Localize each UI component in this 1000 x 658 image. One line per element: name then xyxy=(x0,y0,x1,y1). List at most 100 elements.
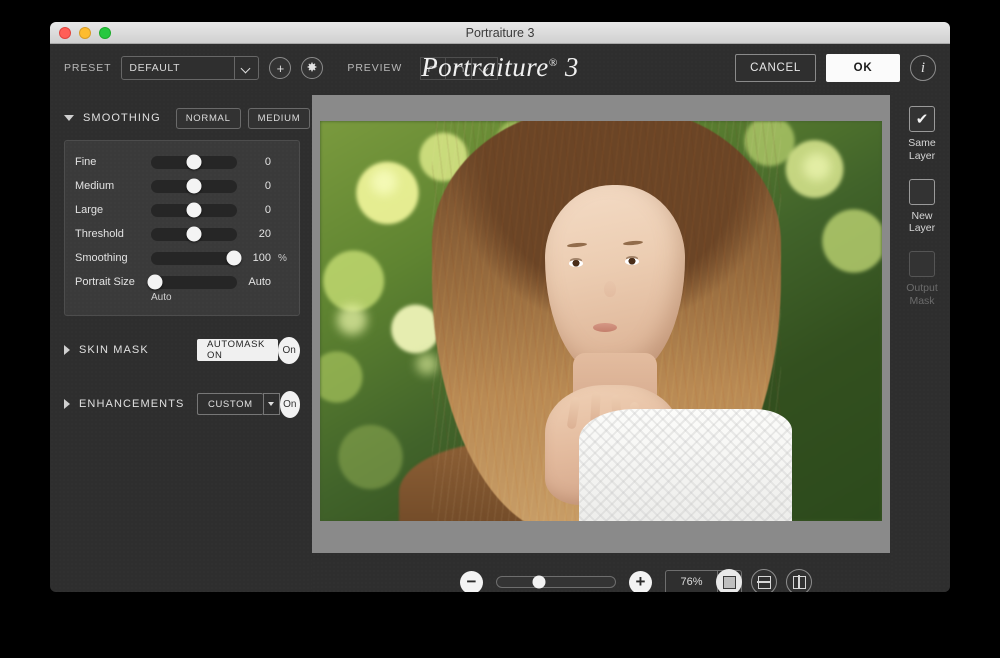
slider-value-medium: 0 xyxy=(241,180,271,192)
zoom-slider[interactable] xyxy=(496,576,616,588)
logo-version: 3 xyxy=(565,52,579,82)
slider-thumb-fine[interactable] xyxy=(187,155,202,170)
automask-button[interactable]: AUTOMASK ON xyxy=(197,339,278,361)
slider-value-smoothing: 100 xyxy=(241,252,271,264)
new-layer-label: New Layer xyxy=(909,210,935,236)
smoothing-sliders: Fine 0 Medium 0 Large 0 xyxy=(64,140,300,316)
cancel-button[interactable]: CANCEL xyxy=(735,54,816,82)
slider-track-threshold[interactable] xyxy=(151,228,237,241)
output-mask-label-line1: Output xyxy=(906,282,938,294)
slider-thumb-portrait-size[interactable] xyxy=(148,275,163,290)
rail-item-same-layer[interactable]: ✔ Same Layer xyxy=(908,106,935,163)
view-mode-buttons xyxy=(716,569,812,592)
output-rail: ✔ Same Layer New Layer Output Mask xyxy=(894,92,950,592)
slider-label-large: Large xyxy=(75,204,147,216)
slider-thumb-medium[interactable] xyxy=(187,179,202,194)
slider-value-large: 0 xyxy=(241,204,271,216)
preset-dropdown[interactable]: DEFAULT xyxy=(121,56,259,80)
application-window: Portraiture 3 PRESET DEFAULT + PREVIEW xyxy=(50,22,950,592)
photo-nose xyxy=(604,281,616,297)
horizontal-split-icon[interactable] xyxy=(751,569,777,592)
preview-column: − + 76% xyxy=(312,92,894,592)
skin-mask-toggle[interactable]: On xyxy=(278,337,300,364)
slider-label-threshold: Threshold xyxy=(75,228,147,240)
slider-row-fine: Fine 0 xyxy=(75,150,289,174)
enhancements-title: ENHANCEMENTS xyxy=(79,398,197,410)
triangle-right-icon-enhancements[interactable] xyxy=(64,399,70,409)
rail-item-new-layer[interactable]: New Layer xyxy=(909,179,935,236)
photo-brow-right xyxy=(623,240,643,246)
slider-label-portrait-size: Portrait Size xyxy=(75,276,147,288)
same-layer-label-line2: Layer xyxy=(909,150,935,162)
slider-row-large: Large 0 xyxy=(75,198,289,222)
smoothing-mode-medium[interactable]: MEDIUM xyxy=(248,108,311,129)
photo-finger xyxy=(567,396,581,429)
ok-button[interactable]: OK xyxy=(826,54,900,82)
slider-row-medium: Medium 0 xyxy=(75,174,289,198)
slider-thumb-smoothing[interactable] xyxy=(226,251,241,266)
skin-mask-title: SKIN MASK xyxy=(79,344,197,356)
plus-icon[interactable]: + xyxy=(269,57,291,79)
smoothing-mode-normal[interactable]: NORMAL xyxy=(176,108,241,129)
slider-unit-smoothing: % xyxy=(275,253,289,264)
enhancements-preset-dropdown[interactable]: CUSTOM xyxy=(197,393,280,415)
slider-track-portrait-size[interactable] xyxy=(151,276,237,289)
slider-row-smoothing: Smoothing 100 % xyxy=(75,246,289,270)
slider-track-large[interactable] xyxy=(151,204,237,217)
bokeh-highlight xyxy=(337,305,367,335)
preview-photo[interactable] xyxy=(320,121,882,521)
smoothing-title: SMOOTHING xyxy=(83,112,161,124)
triangle-right-icon-skin-mask[interactable] xyxy=(64,345,70,355)
skin-mask-section-header[interactable]: SKIN MASK AUTOMASK ON On xyxy=(64,330,300,370)
slider-label-medium: Medium xyxy=(75,180,147,192)
slider-value-fine: 0 xyxy=(241,156,271,168)
portrait-size-note: Auto xyxy=(75,292,289,303)
zoom-level-value: 76% xyxy=(666,576,717,588)
slider-row-portrait-size: Portrait Size Auto xyxy=(75,270,289,294)
info-icon[interactable]: i xyxy=(910,55,936,81)
single-pane-icon[interactable] xyxy=(716,569,742,592)
title-bar: Portraiture 3 xyxy=(50,22,950,44)
plus-icon[interactable]: + xyxy=(629,571,652,593)
slider-track-smoothing[interactable] xyxy=(151,252,237,265)
slider-value-portrait-size: Auto xyxy=(241,276,271,288)
slider-thumb-large[interactable] xyxy=(187,203,202,218)
enhancements-section-header[interactable]: ENHANCEMENTS CUSTOM On xyxy=(64,384,300,424)
redo-arrow-icon[interactable] xyxy=(446,57,472,80)
same-layer-label: Same Layer xyxy=(908,137,935,163)
enhancements-preset-value[interactable]: CUSTOM xyxy=(197,393,263,415)
history-controls xyxy=(420,57,498,80)
logo-registered-mark: ® xyxy=(549,57,558,69)
slider-label-smoothing: Smoothing xyxy=(75,252,147,264)
gear-icon[interactable] xyxy=(301,57,323,79)
minus-icon[interactable]: − xyxy=(460,571,483,593)
photo-dress xyxy=(579,409,793,521)
controls-panel: SMOOTHING NORMAL MEDIUM STRONG Fine 0 Me… xyxy=(50,92,312,592)
triangle-down-icon-enhancements[interactable] xyxy=(263,393,280,415)
new-layer-label-line1: New xyxy=(911,210,932,222)
slider-label-fine: Fine xyxy=(75,156,147,168)
triangle-down-icon[interactable] xyxy=(64,115,74,121)
main-body: SMOOTHING NORMAL MEDIUM STRONG Fine 0 Me… xyxy=(50,92,950,592)
output-mask-label: Output Mask xyxy=(906,282,938,308)
smoothing-section-header[interactable]: SMOOTHING NORMAL MEDIUM STRONG xyxy=(64,104,300,132)
photo-brow-left xyxy=(567,242,587,248)
rail-item-output-mask: Output Mask xyxy=(906,251,938,308)
vertical-split-icon[interactable] xyxy=(786,569,812,592)
undo-arrow-icon[interactable] xyxy=(420,57,446,80)
chevron-down-icon[interactable] xyxy=(234,57,258,79)
zoom-slider-thumb[interactable] xyxy=(533,576,546,589)
window-title: Portraiture 3 xyxy=(50,26,950,40)
preview-canvas[interactable] xyxy=(312,95,890,553)
slider-track-medium[interactable] xyxy=(151,180,237,193)
history-chevron-down-icon[interactable] xyxy=(472,57,498,80)
new-layer-checkbox[interactable] xyxy=(909,179,935,205)
slider-track-fine[interactable] xyxy=(151,156,237,169)
output-mask-checkbox xyxy=(909,251,935,277)
preview-label: PREVIEW xyxy=(347,62,402,74)
toolbar-actions: CANCEL OK i xyxy=(735,54,936,82)
enhancements-toggle[interactable]: On xyxy=(280,391,300,418)
slider-thumb-threshold[interactable] xyxy=(187,227,202,242)
same-layer-checkbox[interactable]: ✔ xyxy=(909,106,935,132)
slider-value-threshold: 20 xyxy=(241,228,271,240)
